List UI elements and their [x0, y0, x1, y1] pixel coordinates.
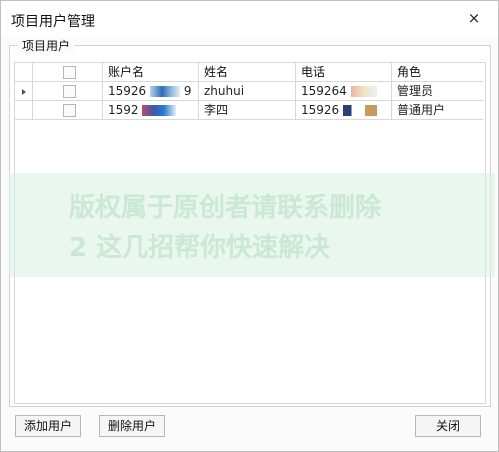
table-row[interactable]: 15926 9 zhuhui 159264 管理员: [15, 82, 483, 102]
redaction-mask: [142, 105, 177, 116]
cell-role[interactable]: 普通用户: [392, 101, 483, 120]
row-selector: [15, 101, 33, 120]
cell-name[interactable]: 李四: [199, 101, 296, 120]
column-header-phone[interactable]: 电话: [296, 63, 392, 82]
account-tail-text: 9: [183, 84, 192, 98]
account-text: 1592: [108, 103, 139, 117]
column-header-account[interactable]: 账户名: [103, 63, 199, 82]
row-checkbox-cell: [33, 101, 103, 120]
phone-text: 159264: [301, 84, 347, 98]
account-text: 15926: [108, 84, 147, 98]
cell-phone[interactable]: 159264: [296, 82, 392, 101]
redaction-mask: [350, 86, 377, 97]
redaction-mask: [343, 105, 378, 116]
group-title: 项目用户: [18, 37, 75, 54]
close-icon[interactable]: ×: [466, 10, 482, 26]
title-bar: 项目用户管理 ×: [1, 1, 498, 37]
watermark-line-1: 版权属于原创者请联系删除: [69, 193, 382, 223]
column-header-name[interactable]: 姓名: [199, 63, 296, 82]
row-checkbox[interactable]: [63, 85, 76, 98]
select-all-cell: [33, 63, 103, 82]
watermark-line-2: 2 这几招帮你快速解决: [69, 233, 331, 263]
project-users-dialog: 项目用户管理 × 项目用户 账户名 姓名 电话 角色 15926 9 zhuhu…: [0, 0, 499, 452]
column-header-role[interactable]: 角色: [392, 63, 483, 82]
table-row[interactable]: 1592 李四 15926 普通用户: [15, 101, 483, 121]
current-row-indicator: [15, 82, 33, 101]
delete-user-button[interactable]: 删除用户: [99, 415, 165, 437]
cell-account[interactable]: 15926 9: [103, 82, 199, 101]
phone-text: 15926: [301, 103, 340, 117]
dialog-title: 项目用户管理: [11, 14, 95, 30]
watermark-overlay: 版权属于原创者请联系删除 2 这几招帮你快速解决: [9, 173, 495, 277]
select-all-checkbox[interactable]: [63, 66, 76, 79]
row-checkbox-cell: [33, 82, 103, 101]
add-user-button[interactable]: 添加用户: [15, 415, 81, 437]
cell-account[interactable]: 1592: [103, 101, 199, 120]
cell-phone[interactable]: 15926: [296, 101, 392, 120]
grid-header-row: 账户名 姓名 电话 角色: [15, 63, 483, 83]
current-row-arrow-icon: [21, 89, 26, 95]
row-selector-header: [15, 63, 33, 82]
row-checkbox[interactable]: [63, 104, 76, 117]
cell-role[interactable]: 管理员: [392, 82, 483, 101]
redaction-mask: [150, 86, 181, 97]
close-button[interactable]: 关闭: [415, 415, 481, 437]
cell-name[interactable]: zhuhui: [199, 82, 296, 101]
